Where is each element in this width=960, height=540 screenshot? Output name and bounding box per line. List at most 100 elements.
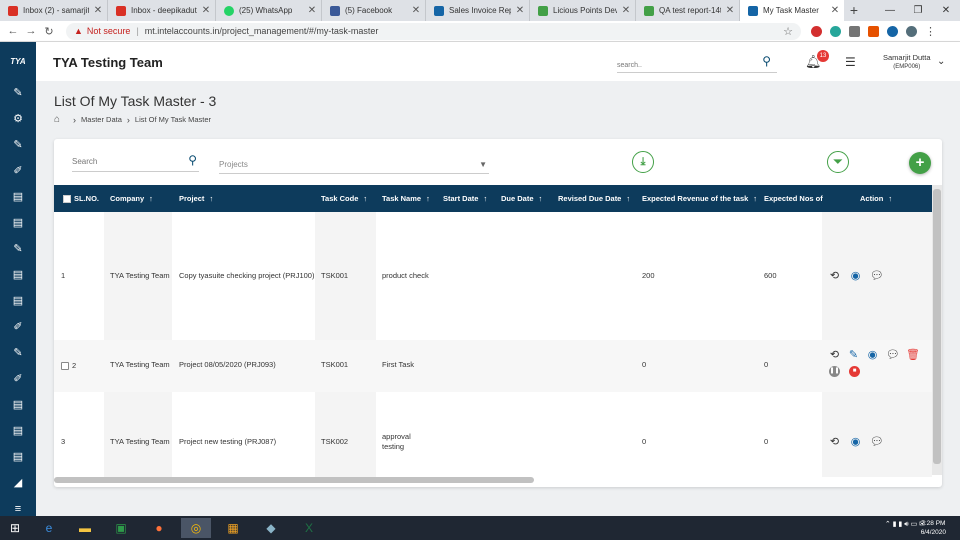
profile-avatar-icon[interactable] [906, 25, 917, 37]
new-tab-button[interactable]: + [844, 0, 864, 21]
browser-tab-gmail-2[interactable]: Inbox - deepikadutt ✕ [108, 0, 216, 21]
chevron-down-icon[interactable]: ⌄ [937, 56, 945, 67]
sidebar-document-icon[interactable]: ▤ [10, 267, 26, 283]
maximize-icon[interactable]: ❐ [904, 0, 932, 21]
close-tab-icon[interactable]: ✕ [307, 5, 317, 16]
close-tab-icon[interactable]: ✕ [725, 5, 735, 16]
chrome-icon[interactable]: ◎ [181, 518, 211, 538]
stop-icon[interactable]: ■ [849, 366, 860, 377]
comments-icon[interactable]: 💬︎ [870, 269, 884, 282]
search-icon[interactable]: ⚲ [188, 153, 197, 167]
row-checkbox[interactable] [61, 362, 69, 371]
column-header-task-code[interactable]: Task Code ↑ [321, 185, 367, 212]
user-profile[interactable]: Samarjit Dutta (EMP006) [883, 53, 931, 70]
column-header-action[interactable]: Action ↑ [860, 185, 892, 212]
view-eye-icon[interactable]: ◉ [849, 269, 862, 282]
browser-menu-icon[interactable]: ⋮ [925, 25, 936, 38]
sidebar-tag-icon[interactable]: ✐ [10, 371, 26, 387]
delete-trash-icon[interactable]: 🗑︎ [906, 348, 920, 361]
history-icon[interactable]: ⟲ [828, 435, 841, 448]
browser-tab-sales-invoice[interactable]: Sales Invoice Report ✕ [426, 0, 530, 21]
browser-tab-whatsapp[interactable]: (25) WhatsApp ✕ [216, 0, 322, 21]
tya-logo[interactable]: TYA [0, 42, 36, 81]
extension-icon[interactable] [830, 25, 841, 37]
pause-icon[interactable]: ❚❚ [829, 366, 840, 377]
back-icon[interactable]: ← [4, 25, 22, 37]
comments-icon[interactable]: 💬︎ [870, 435, 884, 448]
column-header-expected-revenue[interactable]: Expected Revenue of the task ↑ [642, 185, 757, 212]
sidebar-edit-icon[interactable]: ✎ [10, 241, 26, 257]
column-header-slno[interactable]: SL.NO. [63, 185, 99, 212]
column-header-task-name[interactable]: Task Name ↑ [382, 185, 430, 212]
sidebar-settings-icon[interactable]: ⚙ [10, 111, 26, 127]
vertical-scrollbar[interactable] [932, 185, 942, 475]
view-eye-icon[interactable]: ◉ [849, 435, 862, 448]
minimize-icon[interactable]: — [876, 0, 904, 21]
edit-pencil-icon[interactable]: ✎ [847, 348, 860, 361]
reload-icon[interactable]: ↻ [40, 25, 58, 38]
column-header-due-date[interactable]: Due Date ↑ [501, 185, 542, 212]
extension-icon[interactable] [849, 25, 860, 37]
system-clock[interactable]: 7:28 PM 6/4/2020 [921, 519, 946, 537]
sidebar-document-icon[interactable]: ▤ [10, 215, 26, 231]
scrollbar-thumb[interactable] [933, 189, 941, 464]
forward-icon[interactable]: → [22, 25, 40, 37]
browser-tab-my-task-master[interactable]: My Task Master ✕ [740, 0, 844, 21]
filter-button[interactable]: ⏷ [827, 151, 849, 173]
app-icon[interactable]: ◆ [256, 518, 286, 538]
history-icon[interactable]: ⟲ [828, 348, 841, 361]
windows-start-icon[interactable]: ⊞ [0, 518, 30, 538]
file-explorer-icon[interactable]: ▬ [70, 518, 100, 538]
column-header-expected-hours[interactable]: Expected Nos of h [764, 185, 824, 212]
header-search-input[interactable]: search.. ⚲ [617, 54, 777, 73]
excel-icon[interactable]: X [294, 518, 324, 538]
browser-tab-gmail-1[interactable]: Inbox (2) - samarjitd ✕ [0, 0, 108, 21]
browser-tab-facebook[interactable]: (5) Facebook ✕ [322, 0, 426, 21]
close-tab-icon[interactable]: ✕ [411, 5, 421, 16]
store-icon[interactable]: ▣ [106, 518, 136, 538]
sidebar-edit-icon[interactable]: ✎ [10, 137, 26, 153]
sidebar-list-icon[interactable]: ≡ [10, 501, 26, 517]
close-tab-icon[interactable]: ✕ [621, 5, 631, 16]
close-tab-icon[interactable]: ✕ [93, 5, 103, 16]
close-tab-icon[interactable]: ✕ [201, 5, 211, 16]
extension-icon[interactable] [868, 25, 879, 37]
firefox-icon[interactable]: ● [144, 518, 174, 538]
close-tab-icon[interactable]: ✕ [515, 5, 525, 16]
projects-select[interactable]: Projects ▼ [219, 156, 489, 174]
add-task-button[interactable]: + [909, 152, 931, 174]
app-icon[interactable]: ▦ [218, 518, 248, 538]
sidebar-document-icon[interactable]: ▤ [10, 397, 26, 413]
sidebar-chart-icon[interactable]: ◢ [10, 475, 26, 491]
column-header-company[interactable]: Company ↑ [110, 185, 153, 212]
system-tray[interactable]: ⌃ ▮ ▮ 🔊︎ ▭ ✉ [885, 520, 925, 529]
comments-icon[interactable]: 💬︎ [886, 348, 900, 361]
browser-tab-licious[interactable]: Licious Points Devel ✕ [530, 0, 636, 21]
download-button[interactable]: ⤓ [632, 151, 654, 173]
sidebar-tag-icon[interactable]: ✐ [10, 163, 26, 179]
url-input[interactable]: ▲ Not secure | mt.intelaccounts.in/proje… [66, 22, 801, 40]
column-header-project[interactable]: Project ↑ [179, 185, 213, 212]
not-secure-label[interactable]: Not secure [87, 26, 131, 36]
bookmark-star-icon[interactable]: ☆ [783, 25, 793, 38]
history-icon[interactable]: ⟲ [828, 269, 841, 282]
column-header-start-date[interactable]: Start Date ↑ [443, 185, 487, 212]
sidebar-document-icon[interactable]: ▤ [10, 423, 26, 439]
close-tab-icon[interactable]: ✕ [830, 5, 840, 16]
close-window-icon[interactable]: ✕ [932, 0, 960, 21]
sidebar-document-icon[interactable]: ▤ [10, 449, 26, 465]
sidebar-tag-icon[interactable]: ✐ [10, 319, 26, 335]
search-icon[interactable]: ⚲ [762, 54, 771, 68]
sidebar-edit-icon[interactable]: ✎ [10, 345, 26, 361]
sidebar-document-icon[interactable]: ▤ [10, 293, 26, 309]
internet-explorer-icon[interactable]: e [34, 518, 64, 538]
horizontal-scrollbar[interactable] [54, 477, 534, 483]
select-all-checkbox[interactable] [63, 195, 71, 204]
view-eye-icon[interactable]: ◉ [866, 348, 879, 361]
sidebar-document-icon[interactable]: ▤ [10, 189, 26, 205]
extension-icon[interactable] [887, 25, 898, 37]
extension-icon[interactable] [811, 25, 822, 37]
breadcrumb-master-data[interactable]: Master Data [81, 115, 122, 124]
column-header-revised-due-date[interactable]: Revised Due Date ↑ [558, 185, 630, 212]
sidebar-edit-icon[interactable]: ✎ [10, 85, 26, 101]
